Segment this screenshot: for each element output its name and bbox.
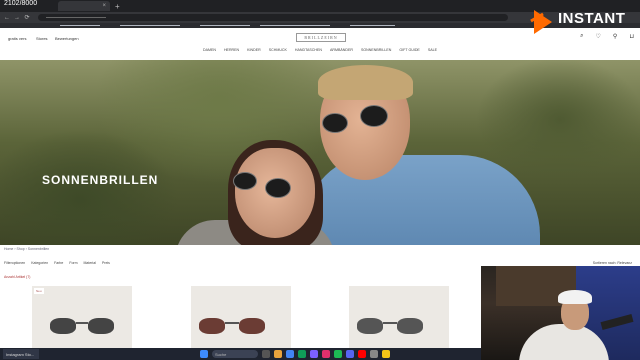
product-card[interactable] [191, 286, 291, 348]
sunglasses-lens [360, 105, 388, 127]
nav-item-handtaschen[interactable]: Handtaschen [295, 48, 322, 57]
product-image-lens [199, 318, 225, 334]
counter-badge: 2102/8000 [2, 0, 40, 7]
nav-item-sale[interactable]: Sale [428, 48, 437, 57]
windows-start-icon[interactable] [200, 350, 208, 358]
hero-title: SONNENBRILLEN [42, 173, 159, 187]
app-icon[interactable] [382, 350, 390, 358]
screen: 2102/8000 × + ← → ⟳ gratis vers Stores B… [0, 0, 640, 360]
back-icon[interactable]: ← [4, 15, 10, 21]
filter-dropdown[interactable]: Farbe [54, 261, 63, 265]
filter-bar: Filteroptionen Kategorien Farbe Form Mat… [4, 261, 110, 265]
product-image-bridge [383, 322, 397, 324]
app-icon[interactable] [334, 350, 342, 358]
sort-dropdown[interactable]: Sortieren nach: Relevanz [593, 261, 632, 265]
product-card[interactable] [349, 286, 449, 348]
app-icon[interactable] [322, 350, 330, 358]
product-image-lens [397, 318, 423, 334]
task-view-icon[interactable] [262, 350, 270, 358]
breadcrumb-item[interactable]: Home [4, 247, 13, 251]
app-icon[interactable] [346, 350, 354, 358]
product-image-bridge [225, 322, 239, 324]
filter-dropdown[interactable]: Form [69, 261, 77, 265]
sunglasses-lens [265, 178, 291, 198]
filter-dropdown[interactable]: Preis [102, 261, 110, 265]
app-icon[interactable] [370, 350, 378, 358]
nav-item-damen[interactable]: Damen [203, 48, 216, 57]
new-tab-button[interactable]: + [115, 2, 120, 11]
filter-label: Filteroptionen [4, 261, 26, 265]
category-nav: Damen Herren Kinder Schmuck Handtaschen … [0, 48, 640, 57]
forward-icon[interactable]: → [14, 15, 20, 21]
nav-item-gift-guide[interactable]: Gift Guide [399, 48, 420, 57]
address-bar[interactable] [38, 14, 508, 21]
close-tab-icon[interactable]: × [102, 3, 106, 9]
file-explorer-icon[interactable] [274, 350, 282, 358]
app-icon[interactable] [358, 350, 366, 358]
webcam-person-cap [558, 290, 592, 304]
reload-icon[interactable]: ⟳ [24, 14, 30, 21]
app-icon[interactable] [298, 350, 306, 358]
filter-dropdown[interactable]: Kategorien [31, 261, 48, 265]
nav-item-schmuck[interactable]: Schmuck [269, 48, 287, 57]
sunglasses-lens [322, 113, 348, 133]
nav-item-armbaender[interactable]: Armbänder [330, 48, 353, 57]
filter-dropdown[interactable]: Material [83, 261, 95, 265]
taskbar-icons: Suche [200, 350, 390, 358]
product-badge: Neu [34, 288, 44, 294]
app-icon[interactable] [310, 350, 318, 358]
sunglasses-lens [233, 172, 257, 190]
site-logo[interactable]: BRILLZEIRN [296, 33, 346, 42]
product-card[interactable]: Neu [32, 286, 132, 348]
taskbar-search[interactable]: Suche [212, 350, 258, 358]
product-image-lens [239, 318, 265, 334]
webcam-overlay [481, 266, 640, 360]
nav-item-kinder[interactable]: Kinder [247, 48, 261, 57]
topbar-link[interactable]: Bewertungen [55, 36, 79, 41]
hero-banner: SONNENBRILLEN [0, 60, 640, 245]
taskbar-app[interactable]: Instagram Sto... [3, 349, 39, 359]
product-image-bridge [76, 322, 88, 324]
stream-overlay-logo: INSTANT [528, 6, 638, 46]
product-image-lens [357, 318, 383, 334]
breadcrumb-item[interactable]: Shop [16, 247, 24, 251]
nav-item-herren[interactable]: Herren [224, 48, 239, 57]
topbar-link[interactable]: Stores [36, 36, 48, 41]
product-image-lens [88, 318, 114, 334]
breadcrumb-item: Sonnenbrillen [27, 247, 50, 251]
result-count: Anzahl Artikel (7) [4, 275, 31, 279]
overlay-brand-text: INSTANT [558, 10, 626, 27]
hero-man-hair [318, 65, 413, 100]
product-image-lens [50, 318, 76, 334]
topbar-link[interactable]: gratis vers [8, 36, 26, 41]
browser-tab[interactable]: × [58, 1, 110, 11]
nav-item-sonnenbrillen[interactable]: Sonnenbrillen [361, 48, 391, 57]
breadcrumb: Home › Shop › Sonnenbrillen [4, 247, 50, 251]
chrome-icon[interactable] [286, 350, 294, 358]
